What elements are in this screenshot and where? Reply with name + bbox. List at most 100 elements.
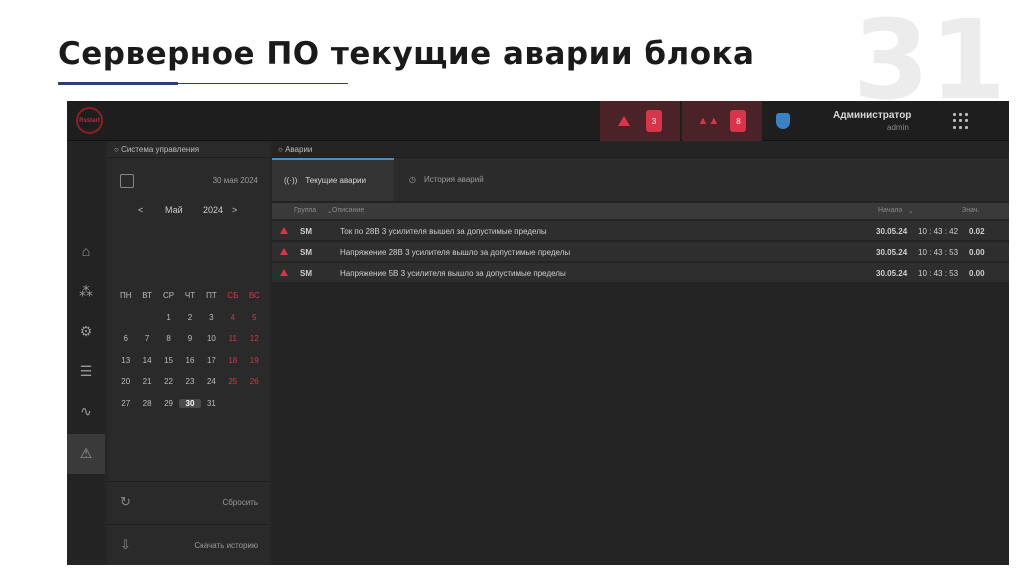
alarm-description: Напряжение 5В 3 усилителя вышло за допус… [340,269,566,278]
calendar-day[interactable]: 21 [136,377,157,386]
date-picker[interactable]: 30 мая 2024 [108,170,270,194]
reset-button[interactable]: ↻ Сбросить [108,481,270,521]
calendar-day[interactable]: 14 [136,356,157,365]
calendar-day[interactable]: 2 [179,313,200,322]
alarm-triangle-icon [280,248,288,255]
apps-grid-icon[interactable] [953,113,969,129]
calendar-day[interactable]: 12 [244,334,265,343]
tab-current-alarms[interactable]: ((·)) Текущие аварии [272,158,394,201]
calendar-day[interactable]: 19 [244,356,265,365]
calendar-day[interactable]: 31 [201,399,222,408]
alarm-value: 0.02 [969,227,985,236]
calendar-day[interactable]: 15 [158,356,179,365]
col-start-sort[interactable]: ⌄ [908,207,914,215]
alarm-triangle-icon [280,269,288,276]
user-name[interactable]: Администратор [833,110,911,121]
calendar-day[interactable]: 25 [222,377,243,386]
table-row[interactable]: SM Напряжение 28В 3 усилителя вышло за до… [272,242,1009,262]
calendar-day[interactable]: 3 [201,313,222,322]
alarm-group: SM [300,248,312,257]
month-label: Май [165,205,183,215]
alarm-triangle-icon [280,227,288,234]
warning-alarms-indicator[interactable]: ▲▲ 8 [682,101,762,141]
calendar-day[interactable]: 10 [201,334,222,343]
calendar-day[interactable]: 8 [158,334,179,343]
calendar-day[interactable]: 26 [244,377,265,386]
calendar-day[interactable]: 11 [222,334,243,343]
col-value[interactable]: Знач. [962,207,979,214]
alarm-date: 30.05.24 [876,269,908,278]
calendar-day[interactable]: 24 [201,377,222,386]
critical-alarms-indicator[interactable]: 3 [600,101,680,141]
weekday-label: ПН [119,291,132,301]
warning-triangles-icon: ▲▲ [697,115,720,127]
user-role: admin [887,123,909,132]
list-icon[interactable]: ☰ [77,362,95,380]
alarm-time: 10 : 43 : 53 [918,269,959,278]
shield-icon[interactable] [776,113,790,129]
weekday-label: СБ [227,291,239,301]
table-header: Группа ⌄ Описание Начало ⌄ Знач. [272,203,1009,219]
slide: 31 Серверное ПО текущие аварии блока Rss… [0,0,1024,574]
warning-alarm-count: 8 [730,110,747,132]
calendar-day[interactable]: 20 [115,377,136,386]
slide-title: Серверное ПО текущие аварии блока [58,36,755,72]
calendar-day[interactable]: 29 [158,399,179,408]
calendar-day[interactable]: 28 [136,399,157,408]
calendar-day[interactable]: 17 [201,356,222,365]
network-icon[interactable]: ⁂ [77,282,95,300]
weekday-label: ВТ [142,291,152,301]
calendar-day[interactable]: 30 [179,398,201,408]
calendar-day[interactable]: 18 [222,356,243,365]
month-navigator: < Май 2024 > [108,203,270,219]
calendar-day[interactable]: 4 [222,313,243,322]
alarm-value: 0.00 [969,248,985,257]
calendar-day[interactable]: 22 [158,377,179,386]
alarm-value: 0.00 [969,269,985,278]
col-description[interactable]: Описание [332,207,364,214]
weekday-label: ПТ [206,291,217,301]
calendar-day[interactable]: 7 [136,334,157,343]
col-start[interactable]: Начало [878,207,902,214]
selected-date: 30 мая 2024 [212,176,258,185]
alarm-date: 30.05.24 [876,248,908,257]
alarm-description: Ток по 28В 3 усилителя вышел за допустим… [340,227,547,236]
alarm-description: Напряжение 28В 3 усилителя вышло за допу… [340,248,571,257]
calendar-day[interactable]: 9 [179,334,200,343]
warning-icon[interactable]: ⚠ [77,444,95,462]
alarms-main: ○ Аварии ((·)) Текущие аварии ◷ История … [272,142,1009,565]
top-bar: Rsstart 3 ▲▲ 8 Администратор admin [67,101,1009,141]
tab-bar: ((·)) Текущие аварии ◷ История аварий [272,158,1009,201]
weekday-label: СР [162,291,175,301]
prev-month-button[interactable]: < [138,205,143,215]
col-group[interactable]: Группа [294,207,316,214]
calendar-day[interactable]: 23 [179,377,200,386]
calendar-day[interactable]: 27 [115,399,136,408]
table-row[interactable]: SM Напряжение 5В 3 усилителя вышло за доп… [272,263,1009,283]
table-row[interactable]: SM Ток по 28В 3 усилителя вышел за допуст… [272,221,1009,241]
calendar-day[interactable]: 16 [179,356,200,365]
alarm-group: SM [300,227,312,236]
critical-alarm-count: 3 [646,110,662,132]
settings-icon[interactable]: ⚙ [77,322,95,340]
broadcast-icon: ((·)) [284,176,298,185]
home-icon[interactable]: ⌂ [77,242,95,260]
alarm-group: SM [300,269,312,278]
logo[interactable]: Rsstart [76,107,103,134]
calendar-day[interactable]: 5 [244,313,265,322]
signal-icon[interactable]: ∿ [77,402,95,420]
title-underline [58,82,178,85]
tab-alarm-history[interactable]: ◷ История аварий [397,158,519,201]
app-screenshot: Rsstart 3 ▲▲ 8 Администратор admin ⌂ ⁂ ⚙… [67,101,1009,565]
panel-header: ○ Система управления [108,142,270,158]
calendar-day[interactable]: 6 [115,334,136,343]
download-history-button[interactable]: ⇩ Скачать историю [108,524,270,564]
calendar-day[interactable]: 13 [115,356,136,365]
next-month-button[interactable]: > [232,205,237,215]
calendar-day[interactable]: 1 [158,313,179,322]
history-icon: ◷ [409,175,416,184]
weekday-label: ВС [248,291,260,301]
alarm-date: 30.05.24 [876,227,908,236]
alarm-time: 10 : 43 : 42 [918,227,959,236]
alarm-triangle-icon [618,116,630,126]
